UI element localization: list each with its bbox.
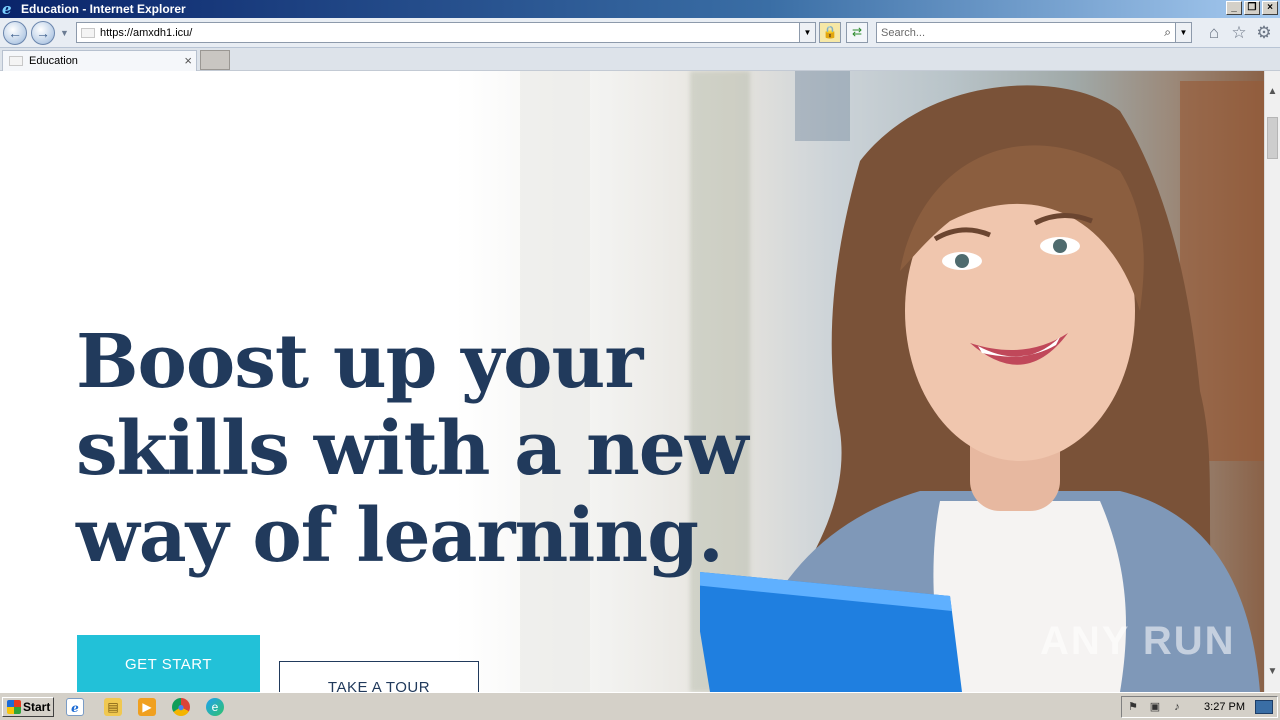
favorites-star-icon[interactable]: ☆ bbox=[1230, 24, 1248, 42]
internet-explorer-taskbar-icon[interactable]: e bbox=[66, 698, 84, 716]
student-photo bbox=[700, 85, 1260, 692]
search-box[interactable]: Search... ⌕ ▼ bbox=[876, 22, 1192, 43]
media-player-icon[interactable]: ▶ bbox=[138, 698, 156, 716]
scroll-down-icon[interactable]: ▼ bbox=[1265, 663, 1280, 680]
anyrun-watermark: ANY RUN bbox=[1040, 619, 1236, 663]
close-tab-icon[interactable]: × bbox=[184, 53, 192, 68]
tab-label: Education bbox=[29, 55, 78, 67]
take-a-tour-button[interactable]: TAKE A TOUR bbox=[279, 661, 479, 692]
new-tab-button[interactable] bbox=[200, 50, 230, 70]
forward-button[interactable]: → bbox=[31, 21, 55, 45]
tab-favicon-icon bbox=[9, 56, 23, 66]
address-bar[interactable]: https://amxdh1.icu/ ▼ bbox=[76, 22, 816, 43]
security-lock-button[interactable]: 🔒 bbox=[819, 22, 841, 43]
restore-button[interactable]: ❐ bbox=[1244, 1, 1260, 15]
refresh-button[interactable]: ⇄ bbox=[846, 22, 868, 43]
lock-icon: 🔒 bbox=[822, 25, 838, 39]
folder-icon[interactable]: ▤ bbox=[104, 698, 122, 716]
recent-pages-dropdown[interactable]: ▼ bbox=[60, 28, 69, 38]
navigation-bar: ← → ▼ https://amxdh1.icu/ ▼ 🔒 ⇄ Search..… bbox=[0, 18, 1280, 48]
forward-icon: → bbox=[36, 25, 50, 41]
address-dropdown-button[interactable]: ▼ bbox=[799, 23, 815, 42]
action-center-flag-icon[interactable]: ⚑ bbox=[1126, 700, 1140, 714]
volume-icon[interactable]: ♪ bbox=[1170, 700, 1184, 714]
search-dropdown-button[interactable]: ▼ bbox=[1175, 23, 1191, 42]
edge-icon[interactable]: e bbox=[206, 698, 224, 716]
window-title: Education - Internet Explorer bbox=[21, 2, 186, 16]
search-input[interactable]: Search... bbox=[881, 27, 925, 39]
start-label: Start bbox=[23, 700, 51, 714]
show-desktop-icon[interactable] bbox=[1255, 700, 1273, 714]
scrollbar-thumb[interactable] bbox=[1267, 117, 1278, 159]
system-tray: ⚑ ▣ ♪ 3:27 PM bbox=[1121, 696, 1278, 718]
get-start-button[interactable]: GET START bbox=[77, 635, 260, 692]
internet-explorer-icon: e bbox=[2, 0, 12, 18]
site-favicon-icon bbox=[81, 27, 95, 38]
home-icon[interactable]: ⌂ bbox=[1205, 24, 1223, 42]
close-button[interactable]: × bbox=[1262, 1, 1278, 15]
start-button[interactable]: Start bbox=[2, 697, 54, 717]
refresh-icon: ⇄ bbox=[851, 25, 863, 39]
tab-education[interactable]: Education × bbox=[2, 50, 197, 71]
page-content: Boost up your skills with a new way of l… bbox=[0, 71, 1264, 692]
clock[interactable]: 3:27 PM bbox=[1204, 701, 1245, 713]
tab-bar: Education × bbox=[0, 48, 1280, 71]
scroll-up-icon[interactable]: ▲ bbox=[1265, 83, 1280, 100]
back-button[interactable]: ← bbox=[3, 21, 27, 45]
windows-logo-icon bbox=[7, 700, 21, 714]
chrome-icon[interactable]: ● bbox=[172, 698, 190, 716]
back-icon: ← bbox=[8, 25, 22, 41]
search-icon[interactable]: ⌕ bbox=[1164, 25, 1171, 40]
settings-gear-icon[interactable]: ⚙ bbox=[1255, 24, 1273, 42]
vertical-scrollbar[interactable]: ▲ ▼ bbox=[1264, 71, 1280, 692]
hero-heading: Boost up your skills with a new way of l… bbox=[76, 319, 749, 579]
windows-taskbar: Start e ▤ ▶ ● e ⚑ ▣ ♪ 3:27 PM bbox=[0, 692, 1280, 720]
minimize-button[interactable]: _ bbox=[1226, 1, 1242, 15]
network-icon[interactable]: ▣ bbox=[1148, 700, 1162, 714]
address-url[interactable]: https://amxdh1.icu/ bbox=[100, 27, 192, 39]
window-titlebar: e Education - Internet Explorer _ ❐ × bbox=[0, 0, 1280, 18]
window-controls: _ ❐ × bbox=[1226, 1, 1278, 15]
